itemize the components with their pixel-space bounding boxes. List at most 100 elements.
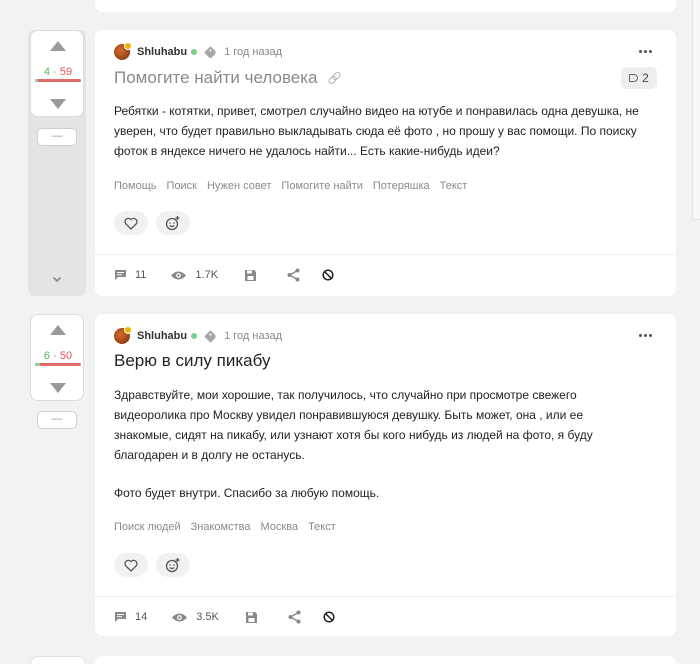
more-dots-icon[interactable] bbox=[639, 50, 652, 53]
arrow-up-icon[interactable] bbox=[50, 325, 66, 335]
story-text-paragraph: Фото будет внутри. Спасибо за любую помо… bbox=[114, 486, 380, 500]
reactions bbox=[114, 553, 190, 577]
avatar[interactable] bbox=[114, 42, 132, 60]
footer-divider bbox=[95, 254, 676, 255]
vote-box: 6 - 50 bbox=[30, 314, 84, 401]
tag-link[interactable]: Нужен совет bbox=[207, 180, 271, 192]
views-counter: 3.5K bbox=[171, 611, 219, 623]
next-story-card bbox=[95, 656, 676, 664]
next-story-vote-box bbox=[30, 656, 86, 664]
story-card: Shluhabu 1 год назад Помогите найти чело… bbox=[95, 30, 676, 296]
tag-link[interactable]: Помогите найти bbox=[281, 180, 362, 192]
rating-save-button[interactable]: — bbox=[37, 411, 77, 429]
rating-separator: - bbox=[50, 66, 60, 78]
views-counter: 1.7K bbox=[170, 269, 218, 281]
rating-bar bbox=[35, 79, 81, 82]
rating-score: 4 - 59 bbox=[31, 66, 85, 78]
add-emoji-icon bbox=[165, 216, 180, 231]
avatar[interactable] bbox=[114, 326, 132, 344]
comments-badge-count: 2 bbox=[642, 71, 649, 85]
eye-icon bbox=[171, 271, 187, 279]
story-header: Shluhabu 1 год назад bbox=[114, 42, 282, 61]
story-title[interactable]: Помогите найти человека bbox=[114, 68, 339, 88]
tag-link[interactable]: Знакомства bbox=[191, 521, 251, 533]
comments-count: 11 bbox=[135, 269, 147, 281]
share-icon bbox=[288, 610, 301, 624]
rating-save-button[interactable]: — bbox=[37, 128, 77, 146]
tag-link[interactable]: Москва bbox=[261, 521, 299, 533]
comments-badge[interactable]: 2 bbox=[621, 67, 657, 89]
like-button[interactable] bbox=[114, 553, 148, 577]
hide-button[interactable] bbox=[322, 269, 334, 281]
add-emoji-button[interactable] bbox=[156, 553, 190, 577]
vote-box: 4 - 59 bbox=[30, 30, 84, 117]
eye-icon bbox=[172, 613, 188, 621]
story-title[interactable]: Верю в силу пикабу bbox=[114, 351, 270, 371]
online-indicator bbox=[191, 49, 198, 55]
story-card: Shluhabu 1 год назад Верю в силу пикабу … bbox=[95, 314, 676, 636]
rating-bar bbox=[35, 363, 81, 366]
tag-link[interactable]: Поиск bbox=[167, 180, 197, 192]
heart-icon bbox=[124, 559, 138, 572]
comments-link[interactable]: 11 bbox=[114, 269, 146, 281]
share-button[interactable] bbox=[288, 610, 301, 624]
story-header: Shluhabu 1 год назад bbox=[114, 326, 282, 345]
block-icon bbox=[322, 269, 334, 281]
views-count: 1.7K bbox=[195, 269, 219, 281]
story-footer: 11 1.7K bbox=[114, 267, 334, 283]
tag-link[interactable]: Помощь bbox=[114, 180, 157, 192]
floppy-icon bbox=[245, 611, 257, 623]
tag-icon[interactable] bbox=[204, 45, 217, 59]
tag-icon[interactable] bbox=[204, 329, 217, 343]
views-count: 3.5K bbox=[196, 611, 219, 623]
share-icon bbox=[287, 268, 300, 282]
megaphone-icon bbox=[629, 74, 639, 82]
post-time[interactable]: 1 год назад bbox=[224, 330, 282, 342]
story-tags: Помощь Поиск Нужен совет Помогите найти … bbox=[114, 180, 477, 192]
add-emoji-icon bbox=[165, 558, 180, 573]
save-button[interactable] bbox=[244, 269, 257, 282]
reactions bbox=[114, 211, 190, 235]
floppy-icon bbox=[245, 269, 257, 281]
footer-divider bbox=[95, 596, 676, 597]
post-time[interactable]: 1 год назад bbox=[224, 46, 282, 58]
story-tags: Поиск людей Знакомства Москва Текст bbox=[114, 521, 346, 533]
hide-button[interactable] bbox=[323, 611, 335, 623]
tag-link[interactable]: Потеряшка bbox=[373, 180, 430, 192]
tag-link[interactable]: Поиск людей bbox=[114, 521, 181, 533]
arrow-down-icon[interactable] bbox=[50, 99, 66, 109]
story-text: Здравствуйте, мои хорошие, так получилос… bbox=[114, 388, 593, 462]
comments-link[interactable]: 14 bbox=[114, 611, 147, 623]
comment-icon bbox=[115, 270, 126, 280]
comments-count: 14 bbox=[135, 611, 148, 623]
right-sidebar-edge bbox=[692, 0, 700, 220]
save-button[interactable] bbox=[245, 611, 258, 624]
story-rating-column: 4 - 59 — bbox=[28, 30, 86, 296]
arrow-up-icon[interactable] bbox=[50, 41, 66, 51]
comment-icon bbox=[115, 612, 126, 622]
add-emoji-button[interactable] bbox=[156, 211, 190, 235]
previous-story-card bbox=[95, 0, 676, 12]
story-rating-column: 6 - 50 — bbox=[28, 314, 86, 434]
rating-minus: 50 bbox=[59, 350, 73, 362]
arrow-down-icon[interactable] bbox=[50, 383, 66, 393]
tag-link[interactable]: Текст bbox=[440, 180, 468, 192]
rating-separator: - bbox=[50, 350, 60, 362]
heart-icon bbox=[124, 217, 138, 230]
more-dots-icon[interactable] bbox=[639, 334, 652, 337]
rating-bar-fill bbox=[35, 79, 38, 82]
story-footer: 14 3.5K bbox=[114, 609, 335, 625]
chevron-down-icon[interactable] bbox=[52, 274, 62, 284]
block-icon bbox=[323, 611, 335, 623]
rating-bar-fill bbox=[35, 363, 41, 366]
tag-link[interactable]: Текст bbox=[308, 521, 336, 533]
rating-score: 6 - 50 bbox=[31, 350, 85, 362]
rating-minus: 59 bbox=[59, 66, 73, 78]
story-text: Ребятки - котятки, привет, смотрел случа… bbox=[114, 104, 639, 158]
like-button[interactable] bbox=[114, 211, 148, 235]
author-name[interactable]: Shluhabu bbox=[137, 330, 187, 342]
author-name[interactable]: Shluhabu bbox=[137, 46, 187, 58]
story-title-text[interactable]: Помогите найти человека bbox=[114, 68, 318, 87]
link-icon[interactable] bbox=[328, 72, 339, 83]
share-button[interactable] bbox=[287, 268, 300, 282]
